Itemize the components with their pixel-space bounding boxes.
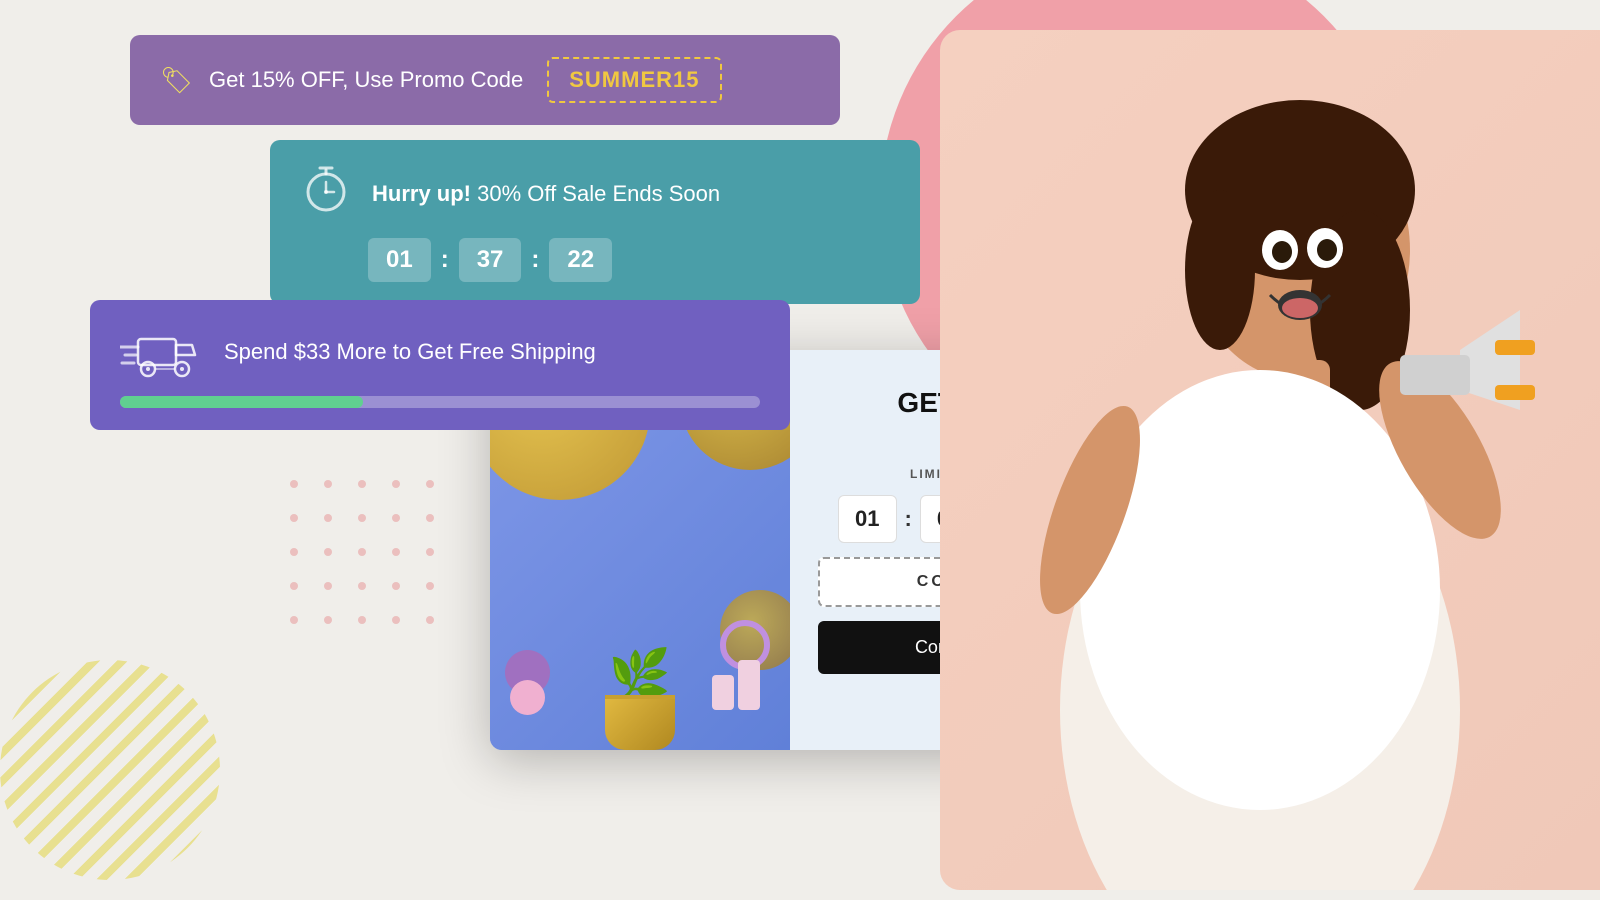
timer-colon-2: : xyxy=(531,246,539,274)
progress-bar-fill xyxy=(120,396,363,408)
shipping-banner: Spend $33 More to Get Free Shipping xyxy=(90,300,790,430)
bg-yellow-stripe xyxy=(0,660,220,880)
countdown-banner: Hurry up! 30% Off Sale Ends Soon 01 : 37… xyxy=(270,140,920,304)
progress-bar-wrap xyxy=(120,396,760,408)
plant-decoration: 🌿 xyxy=(605,650,675,750)
timer-hours: 01 xyxy=(368,238,431,282)
person-image xyxy=(900,0,1600,900)
modal-timer-hours: 01 xyxy=(838,495,896,543)
timer-seconds: 22 xyxy=(549,238,612,282)
shipping-text: Spend $33 More to Get Free Shipping xyxy=(224,339,596,365)
countdown-header: Hurry up! 30% Off Sale Ends Soon xyxy=(300,162,890,226)
pink-ball xyxy=(510,680,545,715)
person-silhouette xyxy=(940,30,1600,890)
timer-minutes: 37 xyxy=(459,238,522,282)
plant-leaves: 🌿 xyxy=(609,650,671,700)
plant-pot xyxy=(605,695,675,750)
countdown-timer: 01 : 37 : 22 xyxy=(300,238,890,282)
promo-banner-1: 🏷 Get 15% OFF, Use Promo Code SUMMER15 xyxy=(130,35,840,125)
shipping-header: Spend $33 More to Get Free Shipping xyxy=(120,322,760,382)
countdown-title: Hurry up! 30% Off Sale Ends Soon xyxy=(372,181,720,207)
promo-code[interactable]: SUMMER15 xyxy=(547,57,721,103)
promo-text-1: Get 15% OFF, Use Promo Code xyxy=(209,67,523,93)
truck-icon xyxy=(120,322,200,382)
tag-icon: 🏷 xyxy=(160,65,193,96)
bg-dots xyxy=(290,480,448,638)
pink-block-short xyxy=(712,675,734,710)
pink-block-tall xyxy=(738,660,760,710)
stopwatch-icon xyxy=(300,162,352,226)
timer-colon-1: : xyxy=(441,246,449,274)
